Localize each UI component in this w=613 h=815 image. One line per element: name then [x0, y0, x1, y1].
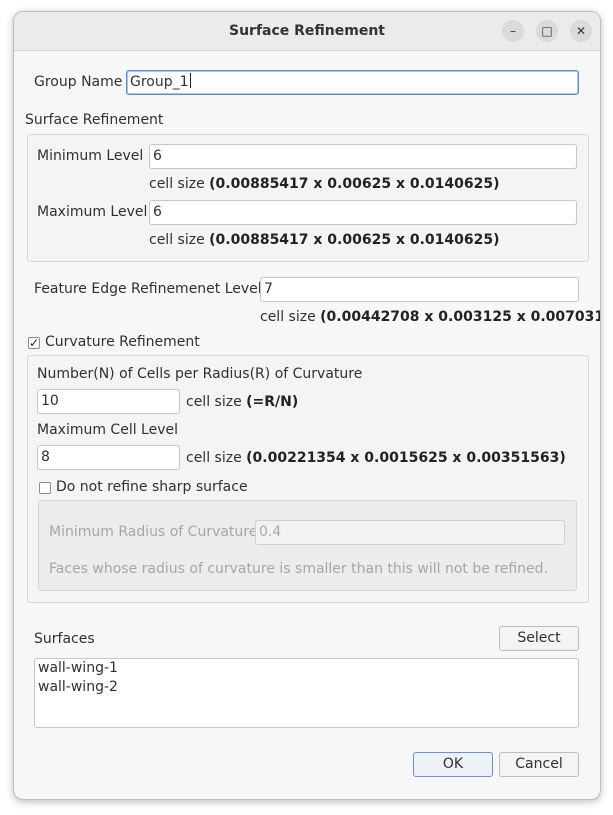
- cells-per-radius-input[interactable]: 10: [37, 389, 180, 414]
- minimize-button[interactable]: –: [502, 20, 524, 42]
- cell-size-prefix: cell size: [149, 176, 205, 192]
- list-item[interactable]: wall-wing-1: [38, 660, 118, 676]
- feature-edge-input[interactable]: 7: [260, 277, 579, 302]
- minimum-level-input[interactable]: 6: [149, 144, 577, 169]
- surfaces-label: Surfaces: [34, 631, 95, 647]
- cell-size-prefix: cell size: [149, 232, 205, 248]
- check-icon: ✓: [29, 336, 40, 350]
- cancel-button[interactable]: Cancel: [499, 752, 579, 777]
- minimum-radius-note: Faces whose radius of curvature is small…: [49, 561, 548, 577]
- sharp-surface-checkbox[interactable]: [39, 482, 51, 494]
- list-item[interactable]: wall-wing-2: [38, 679, 118, 695]
- cell-size-value: (0.00442708 x 0.003125 x 0.00703125): [320, 309, 601, 325]
- maximum-level-label: Maximum Level: [37, 204, 148, 220]
- curvature-refinement-checkbox[interactable]: ✓: [28, 337, 40, 349]
- sharp-surface-frame: [38, 500, 577, 591]
- cells-per-radius-label: Number(N) of Cells per Radius(R) of Curv…: [37, 366, 363, 382]
- cell-size-prefix: cell size: [186, 394, 242, 410]
- cell-size-value: (0.00885417 x 0.00625 x 0.0140625): [209, 232, 500, 248]
- feature-edge-cell-size: cell size (0.00442708 x 0.003125 x 0.007…: [260, 309, 601, 325]
- cell-size-prefix: cell size: [186, 450, 242, 466]
- group-name-input[interactable]: Group_1: [126, 70, 579, 95]
- cell-size-value: (0.00221354 x 0.0015625 x 0.00351563): [246, 450, 566, 466]
- minimum-radius-label: Minimum Radius of Curvature: [49, 524, 258, 540]
- cells-per-radius-cell-size: cell size (=R/N): [186, 394, 298, 410]
- text-caret: [189, 73, 191, 88]
- select-surfaces-button[interactable]: Select: [499, 626, 579, 651]
- group-name-value: Group_1: [130, 74, 189, 90]
- close-button[interactable]: ✕: [570, 20, 592, 42]
- maximum-cell-level-label: Maximum Cell Level: [37, 422, 179, 438]
- cell-size-value: (=R/N): [246, 394, 299, 410]
- minimum-radius-input[interactable]: 0.4: [255, 520, 565, 545]
- surfaces-list[interactable]: wall-wing-1 wall-wing-2: [34, 658, 579, 728]
- maximum-cell-level-cell-size: cell size (0.00221354 x 0.0015625 x 0.00…: [186, 450, 566, 466]
- surface-refinement-dialog: Surface Refinement – □ ✕ Group Name Grou…: [13, 11, 601, 800]
- group-name-label: Group Name: [34, 74, 123, 90]
- minimum-level-cell-size: cell size (0.00885417 x 0.00625 x 0.0140…: [149, 176, 500, 192]
- minimum-level-label: Minimum Level: [37, 148, 144, 164]
- maximize-button[interactable]: □: [536, 20, 558, 42]
- cell-size-prefix: cell size: [260, 309, 316, 325]
- maximum-level-cell-size: cell size (0.00885417 x 0.00625 x 0.0140…: [149, 232, 500, 248]
- maximum-level-input[interactable]: 6: [149, 200, 577, 225]
- curvature-refinement-label[interactable]: Curvature Refinement: [45, 334, 200, 350]
- maximum-cell-level-input[interactable]: 8: [37, 445, 180, 470]
- sharp-surface-label[interactable]: Do not refine sharp surface: [56, 479, 248, 495]
- surface-refinement-section-label: Surface Refinement: [25, 112, 164, 128]
- title-bar[interactable]: Surface Refinement – □ ✕: [14, 12, 600, 51]
- cell-size-value: (0.00885417 x 0.00625 x 0.0140625): [209, 176, 500, 192]
- feature-edge-label: Feature Edge Refinemenet Level: [34, 281, 262, 297]
- ok-button[interactable]: OK: [413, 752, 493, 777]
